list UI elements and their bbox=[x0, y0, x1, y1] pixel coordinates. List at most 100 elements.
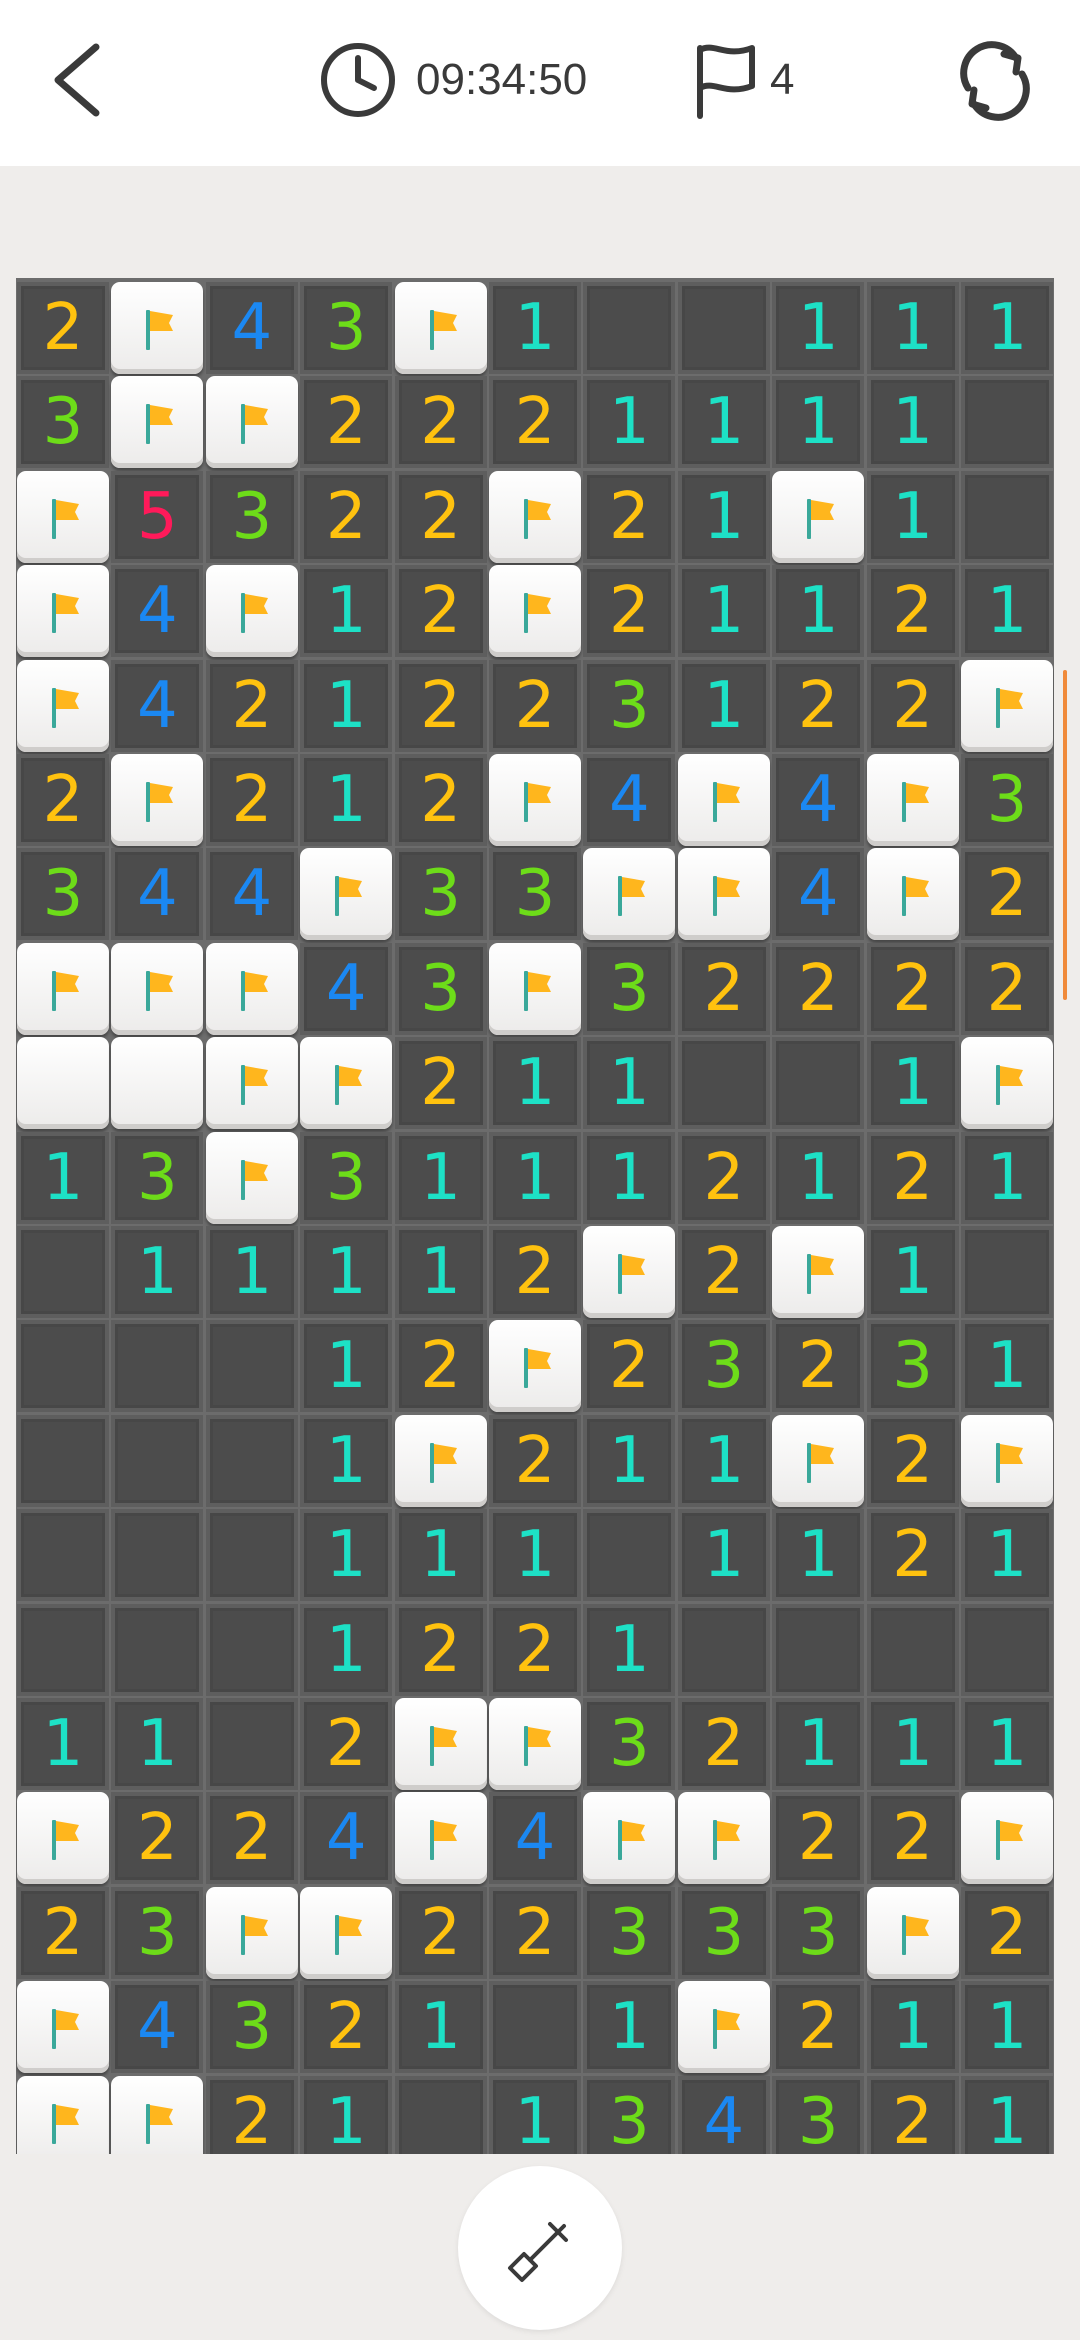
number-cell[interactable]: 2 bbox=[866, 942, 959, 1035]
number-cell[interactable]: 1 bbox=[961, 1509, 1053, 1602]
number-cell[interactable]: 3 bbox=[17, 376, 109, 469]
number-cell[interactable]: 2 bbox=[677, 942, 770, 1035]
number-cell[interactable]: 3 bbox=[772, 1886, 865, 1979]
flagged-cell[interactable] bbox=[772, 1226, 865, 1318]
number-cell[interactable]: 1 bbox=[961, 1698, 1053, 1790]
number-cell[interactable]: 2 bbox=[489, 1886, 581, 1979]
number-cell[interactable]: 2 bbox=[866, 1414, 959, 1507]
number-cell[interactable]: 1 bbox=[866, 1698, 959, 1790]
flagged-cell[interactable] bbox=[17, 1792, 109, 1885]
number-cell[interactable]: 1 bbox=[961, 1320, 1053, 1413]
empty-cell[interactable] bbox=[111, 1509, 204, 1602]
flagged-cell[interactable] bbox=[205, 942, 298, 1035]
number-cell[interactable]: 3 bbox=[205, 470, 298, 563]
number-cell[interactable]: 1 bbox=[394, 1509, 487, 1602]
flagged-cell[interactable] bbox=[17, 659, 109, 752]
number-cell[interactable]: 2 bbox=[17, 754, 109, 846]
number-cell[interactable]: 1 bbox=[205, 1226, 298, 1318]
number-cell[interactable]: 2 bbox=[772, 1320, 865, 1413]
flagged-cell[interactable] bbox=[394, 282, 487, 374]
number-cell[interactable]: 4 bbox=[300, 1792, 393, 1885]
number-cell[interactable]: 3 bbox=[394, 848, 487, 941]
number-cell[interactable]: 1 bbox=[772, 1131, 865, 1224]
number-cell[interactable]: 1 bbox=[772, 1698, 865, 1790]
number-cell[interactable]: 2 bbox=[17, 282, 109, 374]
number-cell[interactable]: 2 bbox=[489, 1226, 581, 1318]
number-cell[interactable]: 2 bbox=[394, 470, 487, 563]
number-cell[interactable]: 1 bbox=[677, 470, 770, 563]
number-cell[interactable]: 2 bbox=[677, 1226, 770, 1318]
number-cell[interactable]: 2 bbox=[394, 1037, 487, 1130]
flagged-cell[interactable] bbox=[961, 1792, 1053, 1885]
number-cell[interactable]: 1 bbox=[300, 1414, 393, 1507]
empty-cell[interactable] bbox=[205, 1320, 298, 1413]
number-cell[interactable]: 1 bbox=[677, 565, 770, 658]
number-cell[interactable]: 1 bbox=[489, 1037, 581, 1130]
number-cell[interactable]: 5 bbox=[111, 470, 204, 563]
flagged-cell[interactable] bbox=[300, 1037, 393, 1130]
number-cell[interactable]: 4 bbox=[772, 754, 865, 846]
number-cell[interactable]: 2 bbox=[677, 1131, 770, 1224]
scroll-indicator[interactable] bbox=[1063, 670, 1067, 1000]
number-cell[interactable]: 1 bbox=[866, 282, 959, 374]
number-cell[interactable]: 1 bbox=[394, 1131, 487, 1224]
number-cell[interactable]: 1 bbox=[111, 1226, 204, 1318]
number-cell[interactable]: 1 bbox=[961, 565, 1053, 658]
number-cell[interactable]: 1 bbox=[583, 1414, 676, 1507]
number-cell[interactable]: 4 bbox=[111, 848, 204, 941]
flagged-cell[interactable] bbox=[17, 2075, 109, 2154]
empty-cell[interactable] bbox=[205, 1603, 298, 1696]
empty-cell[interactable] bbox=[583, 282, 676, 374]
flagged-cell[interactable] bbox=[677, 848, 770, 941]
flagged-cell[interactable] bbox=[866, 848, 959, 941]
empty-cell[interactable] bbox=[772, 1037, 865, 1130]
empty-cell[interactable] bbox=[111, 1603, 204, 1696]
number-cell[interactable]: 1 bbox=[300, 1603, 393, 1696]
empty-cell[interactable] bbox=[866, 1603, 959, 1696]
number-cell[interactable]: 2 bbox=[394, 659, 487, 752]
number-cell[interactable]: 1 bbox=[300, 754, 393, 846]
number-cell[interactable]: 1 bbox=[300, 1226, 393, 1318]
number-cell[interactable]: 1 bbox=[489, 1509, 581, 1602]
number-cell[interactable]: 1 bbox=[583, 376, 676, 469]
empty-cell[interactable] bbox=[961, 1226, 1053, 1318]
empty-cell[interactable] bbox=[961, 376, 1053, 469]
number-cell[interactable]: 1 bbox=[866, 1981, 959, 2074]
flagged-cell[interactable] bbox=[205, 1886, 298, 1979]
empty-cell[interactable] bbox=[17, 1509, 109, 1602]
empty-cell[interactable] bbox=[205, 1414, 298, 1507]
number-cell[interactable]: 1 bbox=[300, 2075, 393, 2154]
number-cell[interactable]: 3 bbox=[583, 1886, 676, 1979]
flagged-cell[interactable] bbox=[300, 1886, 393, 1979]
flagged-cell[interactable] bbox=[111, 942, 204, 1035]
number-cell[interactable]: 2 bbox=[17, 1886, 109, 1979]
empty-cell[interactable] bbox=[677, 1603, 770, 1696]
number-cell[interactable]: 4 bbox=[111, 659, 204, 752]
number-cell[interactable]: 3 bbox=[205, 1981, 298, 2074]
number-cell[interactable]: 3 bbox=[583, 942, 676, 1035]
number-cell[interactable]: 4 bbox=[205, 282, 298, 374]
number-cell[interactable]: 1 bbox=[961, 1981, 1053, 2074]
empty-cell[interactable] bbox=[111, 1320, 204, 1413]
flagged-cell[interactable] bbox=[111, 282, 204, 374]
number-cell[interactable]: 4 bbox=[205, 848, 298, 941]
number-cell[interactable]: 1 bbox=[583, 1981, 676, 2074]
flagged-cell[interactable] bbox=[772, 1414, 865, 1507]
flagged-cell[interactable] bbox=[205, 376, 298, 469]
restart-button[interactable] bbox=[952, 38, 1038, 124]
flagged-cell[interactable] bbox=[489, 1320, 581, 1413]
back-button[interactable] bbox=[40, 35, 120, 125]
number-cell[interactable]: 1 bbox=[394, 1226, 487, 1318]
number-cell[interactable]: 2 bbox=[205, 659, 298, 752]
number-cell[interactable]: 1 bbox=[17, 1698, 109, 1790]
flagged-cell[interactable] bbox=[111, 376, 204, 469]
empty-cell[interactable] bbox=[489, 1981, 581, 2074]
number-cell[interactable]: 2 bbox=[961, 1886, 1053, 1979]
flagged-cell[interactable] bbox=[205, 565, 298, 658]
empty-cell[interactable] bbox=[677, 1037, 770, 1130]
flagged-cell[interactable] bbox=[205, 1037, 298, 1130]
number-cell[interactable]: 2 bbox=[489, 1414, 581, 1507]
number-cell[interactable]: 2 bbox=[394, 754, 487, 846]
number-cell[interactable]: 3 bbox=[300, 282, 393, 374]
empty-cell[interactable] bbox=[111, 1414, 204, 1507]
